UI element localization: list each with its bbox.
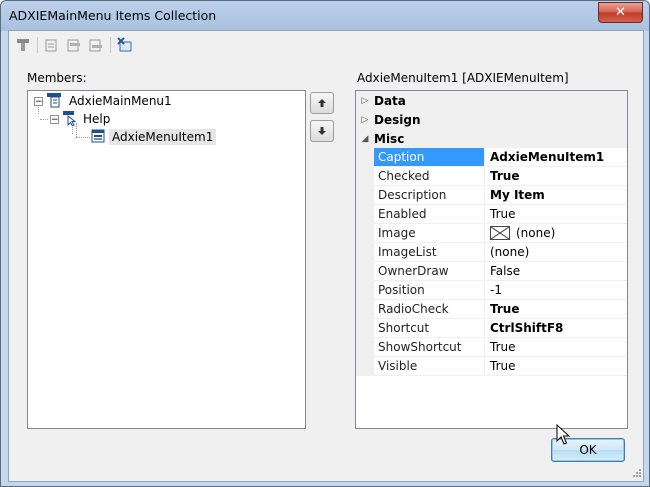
property-row-enabled[interactable]: Enabled True [356,205,627,224]
members-tree[interactable]: − AdxieMainMenu1 − Help AdxieMenuItem1 [27,90,306,429]
add-separator-icon[interactable] [42,35,62,55]
arrow-down-icon [318,127,326,135]
tree-item-help[interactable]: − Help [50,110,113,128]
property-name: Visible [374,357,485,376]
mouse-cursor-icon [556,424,570,445]
property-row-checked[interactable]: Checked True [356,167,627,186]
property-row-showshortcut[interactable]: ShowShortcut True [356,338,627,357]
property-row-image[interactable]: Image (none) [356,224,627,243]
move-up-button[interactable] [310,92,334,114]
property-name: Image [374,224,485,243]
property-name: Checked [374,167,485,186]
property-name: RadioCheck [374,300,485,319]
tree-item-label: Help [83,112,111,126]
collapse-arrow-icon[interactable]: ◢ [356,134,374,144]
property-name: Description [374,186,485,205]
add-item-icon[interactable] [13,35,33,55]
property-row-position[interactable]: Position -1 [356,281,627,300]
property-name: ImageList [374,243,485,262]
collapse-icon[interactable]: − [34,96,43,106]
expand-arrow-icon[interactable]: ▷ [356,96,374,106]
category-misc[interactable]: ◢ Misc [356,129,627,148]
collapse-icon[interactable]: − [50,114,59,124]
window-title: ADXIEMainMenu Items Collection [9,8,217,23]
property-grid[interactable]: ▷ Data ▷ Design ◢ Misc Caption AdxieMenu… [355,90,628,429]
property-value[interactable]: True [485,205,627,224]
property-value[interactable]: False [485,262,627,281]
tree-item-label: AdxieMenuItem1 [109,129,217,145]
property-value[interactable]: True [485,357,627,376]
property-value[interactable]: True [485,300,627,319]
tree-item-root[interactable]: − AdxieMainMenu1 [34,92,175,110]
property-value[interactable]: True [485,167,627,186]
property-row-visible[interactable]: Visible True [356,357,627,376]
dialog-client-area: Members: AdxieMenuItem1 [ADXIEMenuItem] … [8,30,644,482]
property-value[interactable]: My Item [485,186,627,205]
dialog-window: ADXIEMainMenu Items Collection ✕ Members [0,0,650,487]
property-row-shortcut[interactable]: Shortcut CtrlShiftF8 [356,319,627,338]
members-label: Members: [27,71,87,85]
menu-icon [46,92,62,111]
property-name: ShowShortcut [374,338,485,357]
menu-popup-icon [62,110,78,129]
tree-item-label: AdxieMainMenu1 [69,94,172,108]
category-label: Design [374,112,421,127]
tree-item-menu-item[interactable]: AdxieMenuItem1 [90,128,217,147]
property-row-description[interactable]: Description My Item [356,186,627,205]
category-design[interactable]: ▷ Design [356,110,627,129]
property-row-imagelist[interactable]: ImageList (none) [356,243,627,262]
toolbar-separator [37,37,38,53]
toolbar-separator [110,37,111,53]
category-label: Data [374,93,406,108]
move-down-button[interactable] [310,120,334,142]
title-bar[interactable]: ADXIEMainMenu Items Collection ✕ [1,1,649,31]
toolbar [13,34,137,56]
property-value[interactable]: (none) [485,243,627,262]
resize-grip-icon[interactable] [632,468,642,478]
property-row-radiocheck[interactable]: RadioCheck True [356,300,627,319]
insert-separator-icon[interactable] [86,35,106,55]
property-value[interactable]: AdxieMenuItem1 [485,148,627,167]
property-name: Caption [374,148,485,167]
property-name: Position [374,281,485,300]
category-data[interactable]: ▷ Data [356,91,627,110]
insert-item-icon[interactable] [64,35,84,55]
property-row-caption[interactable]: Caption AdxieMenuItem1 [356,148,627,167]
close-button[interactable]: ✕ [598,2,643,23]
property-name: Shortcut [374,319,485,338]
expand-arrow-icon[interactable]: ▷ [356,115,374,125]
delete-item-icon[interactable] [115,35,135,55]
category-label: Misc [374,131,405,146]
menu-item-icon [90,128,106,147]
empty-image-icon [490,226,510,240]
property-row-ownerdraw[interactable]: OwnerDraw False [356,262,627,281]
property-value[interactable]: CtrlShiftF8 [485,319,627,338]
property-value: (none) [516,226,556,240]
properties-header: AdxieMenuItem1 [ADXIEMenuItem] [357,71,569,85]
property-value[interactable]: -1 [485,281,627,300]
arrow-up-icon [318,99,326,107]
property-value-image[interactable]: (none) [485,224,627,243]
property-value[interactable]: True [485,338,627,357]
property-name: Enabled [374,205,485,224]
property-name: OwnerDraw [374,262,485,281]
